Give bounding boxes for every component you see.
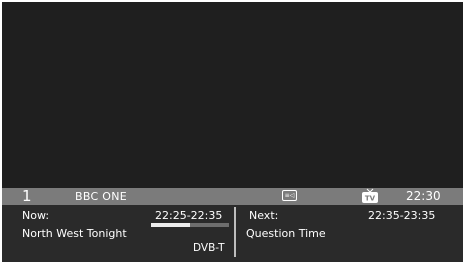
now-label: Now: [22,209,50,222]
now-programme: North West Tonight [22,227,127,240]
progress-bar [151,223,229,227]
channel-name: BBC ONE [75,190,128,203]
next-section: Next: 22:35-23:35 Question Time [237,205,463,262]
next-programme: Question Time [246,227,326,240]
now-time: 22:25-22:35 [155,209,223,222]
next-label: Next: [249,209,279,222]
now-section: Now: 22:25-22:35 North West Tonight DVB-… [2,205,234,262]
broadcast-type: DVB-T [193,242,225,254]
video-area [2,2,463,188]
section-divider [234,207,236,257]
subtitle-icon: ≡◁ [282,190,297,201]
programme-info-panel: Now: 22:25-22:35 North West Tonight DVB-… [2,205,463,262]
tv-icon: TV [362,188,378,203]
channel-number: 1 [22,187,32,205]
progress-fill [151,223,190,227]
next-time: 22:35-23:35 [368,209,436,222]
channel-bar: 1 BBC ONE ≡◁ TV 22:30 [2,188,463,205]
clock: 22:30 [406,189,441,203]
tv-icon-text: TV [365,195,376,203]
tv-screen: 1 BBC ONE ≡◁ TV 22:30 Now: 22:25-22:35 N… [2,2,463,262]
